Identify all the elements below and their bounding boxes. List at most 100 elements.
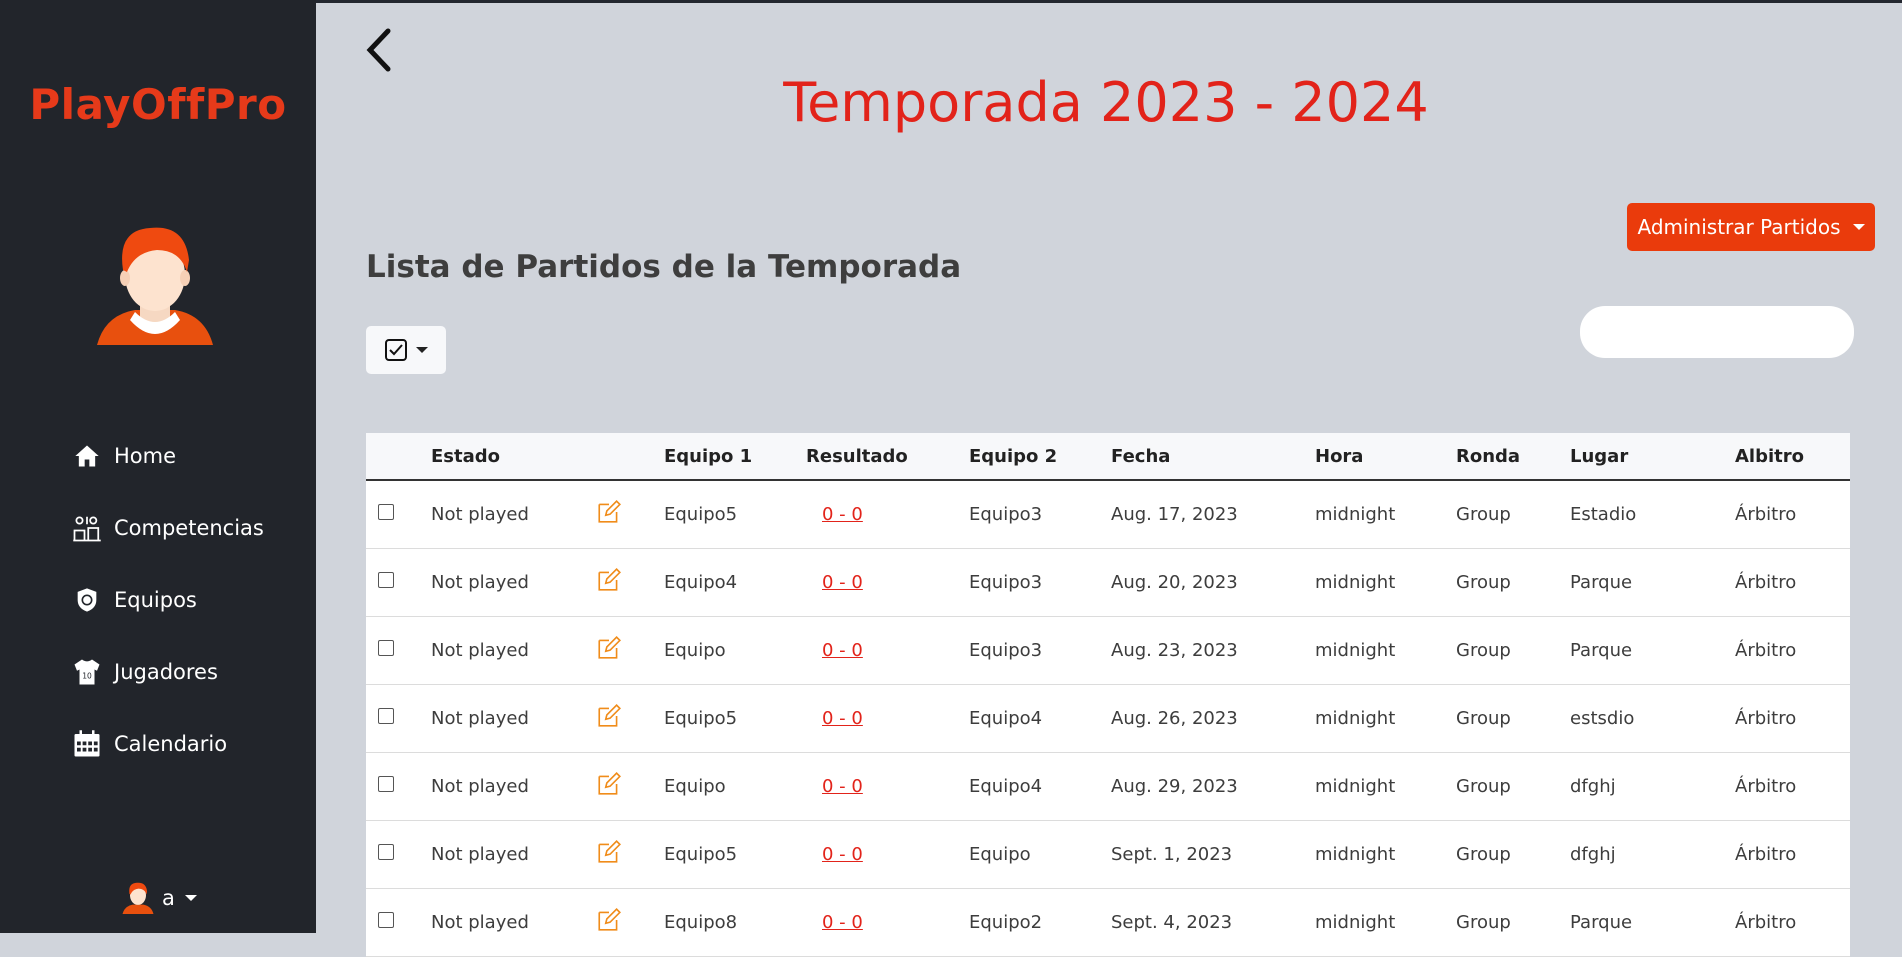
back-arrow-icon[interactable] <box>364 27 394 73</box>
resultado-link[interactable]: 0 - 0 <box>822 708 863 729</box>
header-lugar[interactable]: Lugar <box>1570 433 1735 481</box>
header-equipo1[interactable]: Equipo 1 <box>664 433 806 481</box>
header-select <box>366 433 431 481</box>
row-checkbox[interactable] <box>378 844 394 860</box>
ronda-cell: Group <box>1456 888 1570 957</box>
edit-icon[interactable] <box>596 636 622 666</box>
resultado-link[interactable]: 0 - 0 <box>822 844 863 865</box>
sidebar-item-competencias[interactable]: Competencias <box>70 492 264 564</box>
ronda-cell: Group <box>1456 480 1570 549</box>
equipo2-cell: Equipo3 <box>969 480 1111 549</box>
sidebar-item-label: Competencias <box>114 516 264 540</box>
ronda-cell: Group <box>1456 684 1570 753</box>
ronda-cell: Group <box>1456 820 1570 889</box>
header-resultado[interactable]: Resultado <box>806 433 969 481</box>
search-input[interactable] <box>1580 306 1854 358</box>
resultado-link[interactable]: 0 - 0 <box>822 640 863 661</box>
arbitro-cell: Árbitro <box>1735 548 1850 617</box>
edit-cell <box>596 820 664 889</box>
equipo1-cell: Equipo <box>664 752 806 821</box>
arbitro-cell: Árbitro <box>1735 616 1850 685</box>
row-select-cell <box>366 480 431 549</box>
fecha-cell: Aug. 20, 2023 <box>1111 548 1315 617</box>
sidebar-item-jugadores[interactable]: 10 Jugadores <box>70 636 264 708</box>
equipo2-cell: Equipo4 <box>969 684 1111 753</box>
lugar-cell: estsdio <box>1570 684 1735 753</box>
user-avatar-icon <box>122 882 154 914</box>
lugar-cell: dfghj <box>1570 820 1735 889</box>
edit-icon[interactable] <box>596 568 622 598</box>
administrar-partidos-button[interactable]: Administrar Partidos <box>1627 203 1875 251</box>
edit-icon[interactable] <box>596 772 622 802</box>
resultado-link[interactable]: 0 - 0 <box>822 572 863 593</box>
header-ronda[interactable]: Ronda <box>1456 433 1570 481</box>
estado-cell: Not played <box>431 480 596 549</box>
row-checkbox[interactable] <box>378 640 394 656</box>
fecha-cell: Sept. 4, 2023 <box>1111 888 1315 957</box>
header-arbitro[interactable]: Albitro <box>1735 433 1850 481</box>
sidebar-item-home[interactable]: Home <box>70 420 264 492</box>
table-row: Not played Equipo4 0 - 0 Equipo3 Aug. 20, 20… <box>366 548 1850 617</box>
fecha-cell: Aug. 29, 2023 <box>1111 752 1315 821</box>
edit-icon[interactable] <box>596 704 622 734</box>
section-title: Lista de Partidos de la Temporada <box>366 249 962 285</box>
row-checkbox[interactable] <box>378 504 394 520</box>
edit-icon[interactable] <box>596 500 622 530</box>
page-title: Temporada 2023 - 2024 <box>783 71 1429 134</box>
fecha-cell: Sept. 1, 2023 <box>1111 820 1315 889</box>
user-menu[interactable]: a <box>122 880 197 916</box>
resultado-link[interactable]: 0 - 0 <box>822 504 863 525</box>
estado-cell: Not played <box>431 616 596 685</box>
hora-cell: midnight <box>1315 480 1456 549</box>
column-select-button[interactable] <box>366 326 446 374</box>
sidebar-item-equipos[interactable]: Equipos <box>70 564 264 636</box>
header-estado[interactable]: Estado <box>431 433 596 481</box>
resultado-cell: 0 - 0 <box>806 888 969 957</box>
chevron-down-icon <box>1852 224 1865 230</box>
competitions-icon <box>70 511 104 545</box>
row-select-cell <box>366 888 431 957</box>
administrar-partidos-label: Administrar Partidos <box>1637 215 1841 239</box>
hora-cell: midnight <box>1315 616 1456 685</box>
main-content: Temporada 2023 - 2024 Administrar Partid… <box>316 3 1902 957</box>
resultado-cell: 0 - 0 <box>806 684 969 753</box>
calendar-icon <box>70 727 104 761</box>
svg-text:10: 10 <box>82 671 92 680</box>
table-row: Not played Equipo 0 - 0 Equipo4 Aug. 29, 202… <box>366 752 1850 821</box>
header-equipo2[interactable]: Equipo 2 <box>969 433 1111 481</box>
edit-cell <box>596 616 664 685</box>
checkbox-checked-icon <box>385 339 407 361</box>
row-checkbox[interactable] <box>378 776 394 792</box>
header-fecha[interactable]: Fecha <box>1111 433 1315 481</box>
row-select-cell <box>366 684 431 753</box>
equipo1-cell: Equipo5 <box>664 480 806 549</box>
resultado-link[interactable]: 0 - 0 <box>822 912 863 933</box>
brand-logo[interactable]: PlayOffPro <box>0 80 316 129</box>
sidebar-item-label: Jugadores <box>114 660 218 684</box>
sidebar-item-calendario[interactable]: Calendario <box>70 708 264 780</box>
lugar-cell: dfghj <box>1570 752 1735 821</box>
edit-icon[interactable] <box>596 840 622 870</box>
row-checkbox[interactable] <box>378 708 394 724</box>
arbitro-cell: Árbitro <box>1735 752 1850 821</box>
edit-icon[interactable] <box>596 908 622 938</box>
resultado-cell: 0 - 0 <box>806 616 969 685</box>
row-checkbox[interactable] <box>378 572 394 588</box>
header-hora[interactable]: Hora <box>1315 433 1456 481</box>
sidebar-item-label: Equipos <box>114 588 197 612</box>
hora-cell: midnight <box>1315 888 1456 957</box>
home-icon <box>70 439 104 473</box>
resultado-link[interactable]: 0 - 0 <box>822 776 863 797</box>
equipo1-cell: Equipo5 <box>664 684 806 753</box>
equipo2-cell: Equipo3 <box>969 616 1111 685</box>
hora-cell: midnight <box>1315 684 1456 753</box>
row-checkbox[interactable] <box>378 912 394 928</box>
arbitro-cell: Árbitro <box>1735 684 1850 753</box>
sidebar-nav: Home Competencias Equipos 10 Jugadores C… <box>70 420 264 780</box>
resultado-cell: 0 - 0 <box>806 480 969 549</box>
estado-cell: Not played <box>431 684 596 753</box>
estado-cell: Not played <box>431 820 596 889</box>
ronda-cell: Group <box>1456 548 1570 617</box>
lugar-cell: Parque <box>1570 616 1735 685</box>
edit-cell <box>596 684 664 753</box>
